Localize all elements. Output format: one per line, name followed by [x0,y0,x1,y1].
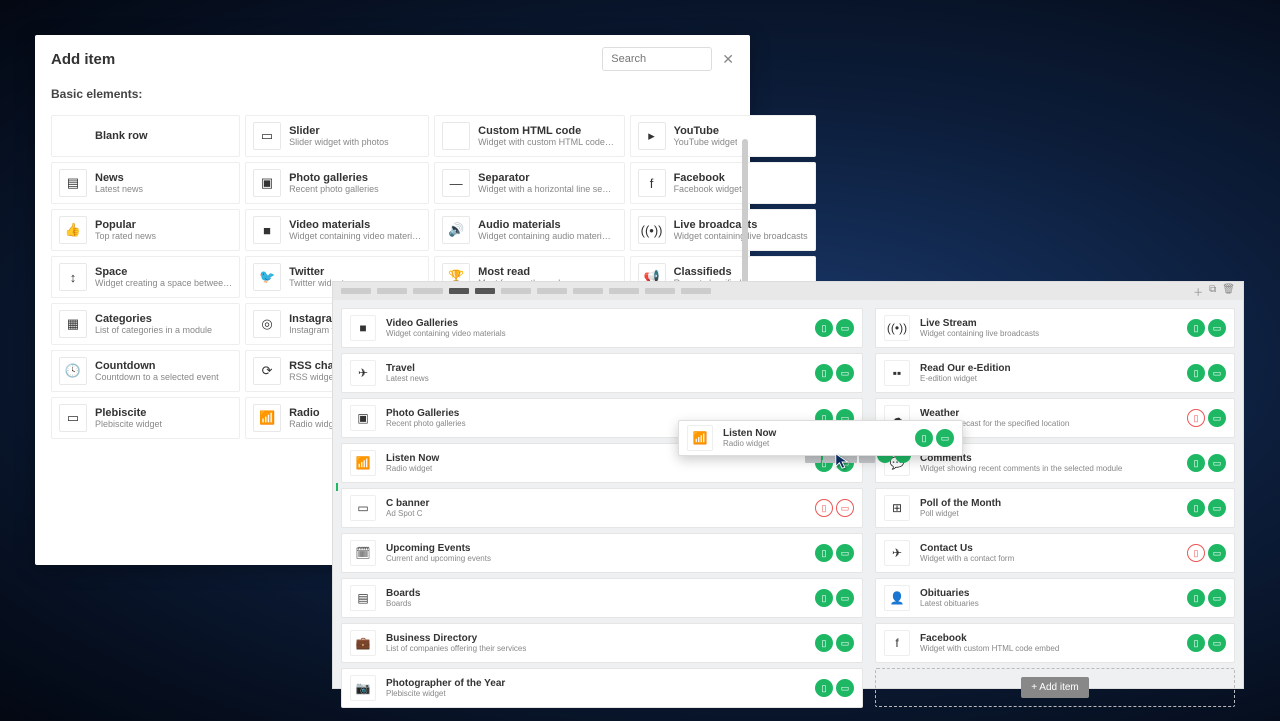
add-icon[interactable]: ＋ [1193,284,1203,299]
element-tile[interactable]: ▭PlebiscitePlebiscite widget [51,397,240,439]
device-badges[interactable]: ▯▭ [1187,544,1226,562]
device-badges[interactable]: ▯▭ [815,319,854,337]
widget-icon: 👤 [884,585,910,611]
widget-item[interactable]: ✈TravelLatest news▯▭ [341,353,863,393]
section-label: Basic elements: [35,83,750,105]
device-badges[interactable]: ▯▭ [1187,634,1226,652]
radio-icon: 📶 [687,425,713,451]
tile-icon: ▸ [638,122,666,150]
widget-icon: 📶 [350,450,376,476]
tile-icon: ◎ [253,310,281,338]
widget-icon: ▤ [350,585,376,611]
builder-column-left: ■Video GalleriesWidget containing video … [341,308,863,713]
widget-item[interactable]: ▤BoardsBoards▯▭ [341,578,863,618]
widget-item[interactable]: ⊞Poll of the MonthPoll widget▯▭ [875,488,1235,528]
widget-icon: 💼 [350,630,376,656]
tile-icon: ⟳ [253,357,281,385]
builder-column-right: ((•))Live StreamWidget containing live b… [875,308,1235,713]
element-tile[interactable]: ▣Photo galleriesRecent photo galleries [245,162,429,204]
modal-title: Add item [51,51,115,68]
cursor-icon [834,452,852,470]
close-icon[interactable]: ✕ [722,51,734,68]
copy-icon[interactable]: ⧉ [1209,284,1216,299]
tile-icon: ▭ [59,404,87,432]
widget-icon: ✈ [884,540,910,566]
widget-icon: ▣ [350,405,376,431]
widget-item[interactable]: 🗓Upcoming EventsCurrent and upcoming eve… [341,533,863,573]
drag-ghost: 📶 Listen Now Radio widget ▯▭ [678,420,963,456]
trash-icon[interactable]: 🗑 [1222,284,1235,299]
device-badges[interactable]: ▯▭ [815,499,854,517]
tile-icon: ▭ [253,122,281,150]
device-badges[interactable]: ▯▭ [1187,499,1226,517]
widget-item[interactable]: ✈Contact UsWidget with a contact form▯▭ [875,533,1235,573]
layout-builder: ＋ ⧉ 🗑 ■Video GalleriesWidget containing … [332,281,1244,689]
widget-item[interactable]: ((•))Live StreamWidget containing live b… [875,308,1235,348]
tile-icon: ▣ [253,169,281,197]
device-badges[interactable]: ▯▭ [1187,589,1226,607]
tile-icon: ↕ [59,263,87,291]
widget-item[interactable]: 📷Photographer of the YearPlebiscite widg… [341,668,863,708]
search-input[interactable] [602,47,712,71]
tile-icon [442,122,470,150]
widget-icon: ▪▪ [884,360,910,386]
tile-icon: 🕓 [59,357,87,385]
widget-icon: ▭ [350,495,376,521]
device-badges[interactable]: ▯▭ [815,634,854,652]
tile-icon: 📶 [253,404,281,432]
device-badges[interactable]: ▯▭ [815,679,854,697]
device-badges[interactable]: ▯▭ [1187,409,1226,427]
tile-icon: ■ [253,216,281,244]
tile-icon: f [638,169,666,197]
element-tile[interactable]: ▦CategoriesList of categories in a modul… [51,303,240,345]
element-tile[interactable]: —SeparatorWidget with a horizontal line … [434,162,624,204]
widget-item[interactable]: ■Video GalleriesWidget containing video … [341,308,863,348]
element-tile[interactable]: 🕓CountdownCountdown to a selected event [51,350,240,392]
widget-item[interactable]: fFacebookWidget with custom HTML code em… [875,623,1235,663]
widget-item[interactable]: 💼Business DirectoryList of companies off… [341,623,863,663]
widget-icon: ■ [350,315,376,341]
widget-item[interactable]: ▭C bannerAd Spot C▯▭ [341,488,863,528]
tile-icon [59,122,87,150]
widget-icon: 📷 [350,675,376,701]
add-item-button[interactable]: + Add item [1021,677,1089,698]
element-tile[interactable]: ↕SpaceWidget creating a space betwee… [51,256,240,298]
drop-indicator [336,483,338,491]
device-badges[interactable]: ▯▭ [815,589,854,607]
tile-icon: 👍 [59,216,87,244]
widget-icon: 🗓 [350,540,376,566]
device-badges[interactable]: ▯▭ [1187,454,1226,472]
tile-icon: 🐦 [253,263,281,291]
element-tile[interactable]: ▤NewsLatest news [51,162,240,204]
tile-icon: ▦ [59,310,87,338]
widget-icon: f [884,630,910,656]
element-tile[interactable]: fFacebookFacebook widget [630,162,816,204]
device-badges[interactable]: ▯▭ [1187,319,1226,337]
tile-icon: ▤ [59,169,87,197]
device-badges[interactable]: ▯▭ [815,364,854,382]
widget-item[interactable]: ▪▪Read Our e-EditionE-edition widget▯▭ [875,353,1235,393]
element-tile[interactable]: ▸YouTubeYouTube widget [630,115,816,157]
widget-icon: ((•)) [884,315,910,341]
modal-header: Add item ✕ [35,35,750,83]
element-tile[interactable]: ■Video materialsWidget containing video … [245,209,429,251]
device-badges[interactable]: ▯▭ [1187,364,1226,382]
widget-icon: ✈ [350,360,376,386]
element-tile[interactable]: Blank row [51,115,240,157]
add-item-zone[interactable]: + Add item [875,668,1235,707]
element-tile[interactable]: ((•))Live broadcastsWidget containing li… [630,209,816,251]
element-tile[interactable]: ▭SliderSlider widget with photos [245,115,429,157]
widget-icon: ⊞ [884,495,910,521]
tile-icon: — [442,169,470,197]
element-tile[interactable]: 🔊Audio materialsWidget containing audio … [434,209,624,251]
widget-item[interactable]: 👤ObituariesLatest obituaries▯▭ [875,578,1235,618]
element-tile[interactable]: 👍PopularTop rated news [51,209,240,251]
tile-icon: 🔊 [442,216,470,244]
tile-icon: ((•)) [638,216,666,244]
element-tile[interactable]: Custom HTML codeWidget with custom HTML … [434,115,624,157]
builder-toolbar: ＋ ⧉ 🗑 [333,282,1243,300]
device-badges[interactable]: ▯▭ [815,544,854,562]
